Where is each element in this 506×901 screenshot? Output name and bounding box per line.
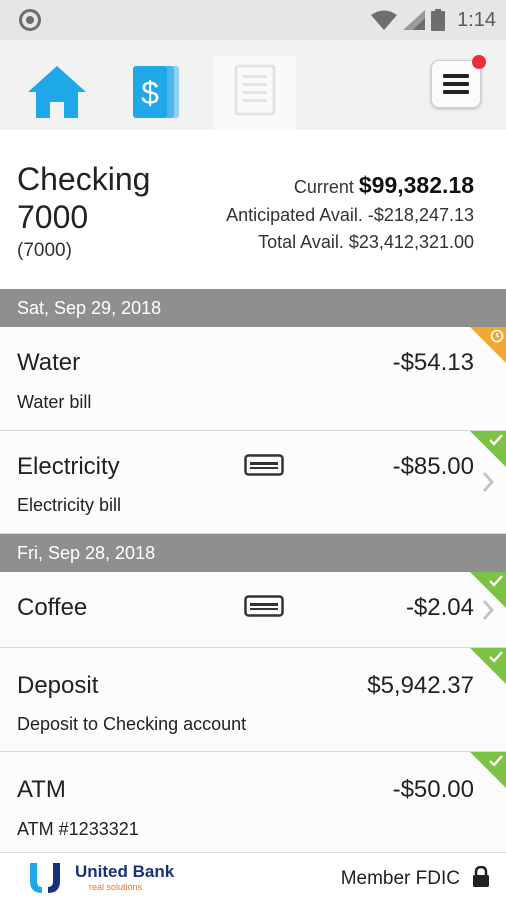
account-number: (7000) xyxy=(17,240,72,261)
total-balance: Total Avail. $23,412,321.00 xyxy=(258,232,474,253)
current-value: $99,382.18 xyxy=(358,172,474,198)
transaction-description: Water bill xyxy=(17,392,92,412)
menu-button[interactable] xyxy=(431,55,486,108)
clock-icon xyxy=(490,329,504,343)
checkmark-icon xyxy=(489,755,503,767)
transaction-row-atm[interactable]: ATM -$50.00 ATM #1233321 xyxy=(0,752,506,852)
hamburger-menu-icon xyxy=(443,74,469,94)
bank-name: United Bank xyxy=(75,862,175,881)
transaction-amount: -$54.13 xyxy=(392,349,474,376)
transaction-amount: -$50.00 xyxy=(392,776,474,803)
transaction-description: ATM #1233321 xyxy=(17,819,139,839)
footer: United Bank real solutions Member FDIC xyxy=(0,852,506,901)
account-name: Checking 7000 xyxy=(17,161,151,235)
notification-dot-icon xyxy=(19,9,41,31)
checkmark-icon xyxy=(489,651,503,663)
anticipated-label: Anticipated Avail. xyxy=(226,205,363,225)
svg-text:$: $ xyxy=(141,75,159,111)
transaction-title: Coffee xyxy=(17,594,88,621)
anticipated-balance: Anticipated Avail. -$218,247.13 xyxy=(226,205,474,226)
chevron-right-icon[interactable] xyxy=(482,471,494,493)
checkmark-icon xyxy=(489,575,503,587)
nav-home[interactable] xyxy=(16,56,98,130)
status-time: 1:14 xyxy=(457,8,496,31)
current-balance: Current $99,382.18 xyxy=(294,172,474,199)
notification-badge xyxy=(472,55,486,69)
document-icon xyxy=(234,64,276,116)
wifi-icon xyxy=(371,10,398,30)
transaction-title: ATM xyxy=(17,776,66,803)
total-label: Total Avail. xyxy=(258,232,344,252)
transaction-row-electricity[interactable]: Electricity -$85.00 Electricity bill xyxy=(0,431,506,534)
total-value: $23,412,321.00 xyxy=(348,232,474,252)
date-header: Sat, Sep 29, 2018 xyxy=(0,289,506,327)
card-icon xyxy=(244,595,284,617)
transaction-amount: -$2.04 xyxy=(405,594,474,621)
transaction-title: Water xyxy=(17,349,81,376)
date-header: Fri, Sep 28, 2018 xyxy=(0,534,506,572)
dollar-cards-icon: $ xyxy=(133,66,179,118)
transaction-row-water[interactable]: Water -$54.13 Water bill xyxy=(0,327,506,431)
battery-icon xyxy=(431,9,446,31)
member-fdic: Member FDIC xyxy=(340,868,460,889)
transaction-title: Electricity xyxy=(17,453,120,480)
transaction-title: Deposit xyxy=(17,672,99,699)
transaction-description: Deposit to Checking account xyxy=(17,714,247,734)
account-summary: Checking 7000 (7000) Current $99,382.18 … xyxy=(0,130,506,288)
current-label: Current xyxy=(293,177,354,197)
bank-tagline: real solutions xyxy=(89,882,143,892)
anticipated-value: -$218,247.13 xyxy=(367,205,474,225)
card-icon xyxy=(244,454,284,476)
bank-logo-icon xyxy=(30,863,60,893)
signal-icon xyxy=(403,10,426,30)
nav-documents[interactable] xyxy=(214,56,296,130)
home-icon xyxy=(28,66,86,118)
nav-accounts[interactable]: $ xyxy=(116,56,198,130)
status-bar: 1:14 xyxy=(0,0,506,40)
transaction-row-deposit[interactable]: Deposit $5,942.37 Deposit to Checking ac… xyxy=(0,648,506,752)
top-nav: $ xyxy=(0,40,506,130)
transaction-amount: $5,942.37 xyxy=(367,672,474,699)
transaction-description: Electricity bill xyxy=(17,495,122,515)
transaction-amount: -$85.00 xyxy=(392,453,474,480)
status-icons: 1:14 xyxy=(371,6,496,34)
checkmark-icon xyxy=(489,434,503,446)
transaction-row-coffee[interactable]: Coffee -$2.04 xyxy=(0,572,506,648)
lock-icon xyxy=(473,866,489,887)
